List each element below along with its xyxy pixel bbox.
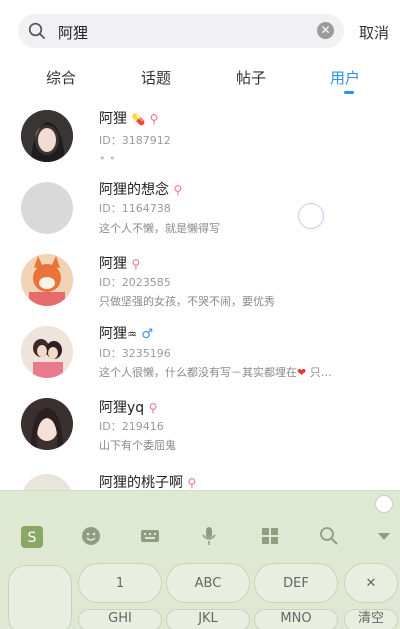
active-tab-indicator bbox=[344, 91, 354, 94]
user-id: ID：1164738 bbox=[99, 202, 171, 215]
keyboard-skin-icon[interactable] bbox=[375, 495, 393, 513]
user-name: 阿狸 💊 ⚲ bbox=[99, 111, 159, 127]
cancel-button[interactable]: 取消 bbox=[359, 22, 389, 43]
tab-posts[interactable]: 帖子 bbox=[236, 67, 266, 88]
user-id: ID：3235196 bbox=[99, 347, 171, 360]
male-icon: ♂ bbox=[141, 327, 153, 342]
user-row[interactable]: 阿狸♒ ♂ ID：3235196 这个人很懒，什么都没有写－其实都埋在❤ 只… bbox=[0, 318, 400, 392]
heart-icon: ❤ bbox=[297, 366, 307, 379]
avatar bbox=[21, 398, 73, 450]
user-id: ID：2023585 bbox=[99, 276, 171, 289]
user-row[interactable]: 阿狸的想念 ⚲ ID：1164738 这个人不懒，就是懒得写 bbox=[0, 174, 400, 248]
keyboard-search-icon[interactable] bbox=[318, 525, 340, 547]
user-row[interactable]: 阿狸yq ⚲ ID：219416 山下有个委屈鬼 bbox=[0, 390, 400, 464]
avatar bbox=[21, 254, 73, 306]
key-1[interactable]: 1 bbox=[78, 563, 162, 603]
user-id: ID：219416 bbox=[99, 420, 164, 433]
user-bio: 只做坚强的女孩，不哭不闹，要优秀 bbox=[99, 295, 275, 308]
loading-spinner bbox=[298, 203, 324, 229]
user-name: 阿狸的桃子啊 ⚲ bbox=[99, 475, 197, 491]
female-icon: ⚲ bbox=[187, 476, 197, 490]
microphone-icon[interactable] bbox=[198, 525, 220, 547]
user-name: 阿狸yq ⚲ bbox=[99, 400, 158, 416]
key-mno[interactable]: MNO bbox=[254, 609, 338, 629]
user-name: 阿狸♒ ♂ bbox=[99, 326, 153, 342]
keyboard-symbol-key[interactable] bbox=[8, 565, 72, 629]
user-bio: 山下有个委屈鬼 bbox=[99, 439, 176, 452]
user-id: ID：3187912 bbox=[99, 134, 171, 147]
female-icon: ⚲ bbox=[131, 257, 141, 271]
search-tabs: 综合 话题 帖子 用户 bbox=[0, 58, 400, 96]
key-clear[interactable]: 清空 bbox=[344, 609, 398, 629]
avatar bbox=[21, 326, 73, 378]
user-bio: 这个人不懒，就是懒得写 bbox=[99, 222, 220, 235]
search-icon bbox=[28, 22, 46, 40]
user-name: 阿狸 ⚲ bbox=[99, 256, 141, 272]
key-ghi[interactable]: GHI bbox=[78, 609, 162, 629]
search-input[interactable]: 阿狸 bbox=[58, 22, 88, 43]
chevron-down-icon[interactable] bbox=[374, 525, 394, 547]
tab-topics[interactable]: 话题 bbox=[141, 67, 171, 88]
sogou-logo-icon[interactable]: S bbox=[20, 525, 43, 548]
avatar bbox=[21, 182, 73, 234]
search-bar[interactable]: 阿狸 ✕ bbox=[18, 14, 344, 48]
key-def[interactable]: DEF bbox=[254, 563, 338, 603]
female-icon: ⚲ bbox=[173, 183, 183, 197]
key-abc[interactable]: ABC bbox=[166, 563, 250, 603]
female-icon: ⚲ bbox=[148, 401, 158, 415]
clear-search-icon[interactable]: ✕ bbox=[317, 22, 334, 39]
user-bio: • • bbox=[99, 152, 116, 165]
tab-general[interactable]: 综合 bbox=[46, 67, 76, 88]
user-row[interactable]: 阿狸 💊 ⚲ ID：3187912 • • bbox=[0, 102, 400, 176]
pill-icon: 💊 bbox=[131, 113, 146, 126]
avatar bbox=[21, 110, 73, 162]
tab-users[interactable]: 用户 bbox=[330, 67, 360, 88]
user-row[interactable]: 阿狸 ⚲ ID：2023585 只做坚强的女孩，不哭不闹，要优秀 bbox=[0, 246, 400, 320]
keyboard-toolbar: S bbox=[0, 521, 400, 553]
input-keyboard: S 1 ABC DEF ✕ GHI JKL MNO 清空 bbox=[0, 490, 400, 629]
key-jkl[interactable]: JKL bbox=[166, 609, 250, 629]
user-name: 阿狸的想念 ⚲ bbox=[99, 182, 183, 198]
keyboard-switch-icon[interactable] bbox=[139, 525, 161, 547]
svg-text:S: S bbox=[28, 530, 37, 546]
key-delete[interactable]: ✕ bbox=[344, 563, 398, 603]
apps-grid-icon[interactable] bbox=[259, 525, 281, 547]
user-bio: 这个人很懒，什么都没有写－其实都埋在❤ 只… bbox=[99, 366, 332, 379]
emoji-icon[interactable] bbox=[80, 525, 102, 547]
female-icon: ⚲ bbox=[149, 112, 159, 126]
